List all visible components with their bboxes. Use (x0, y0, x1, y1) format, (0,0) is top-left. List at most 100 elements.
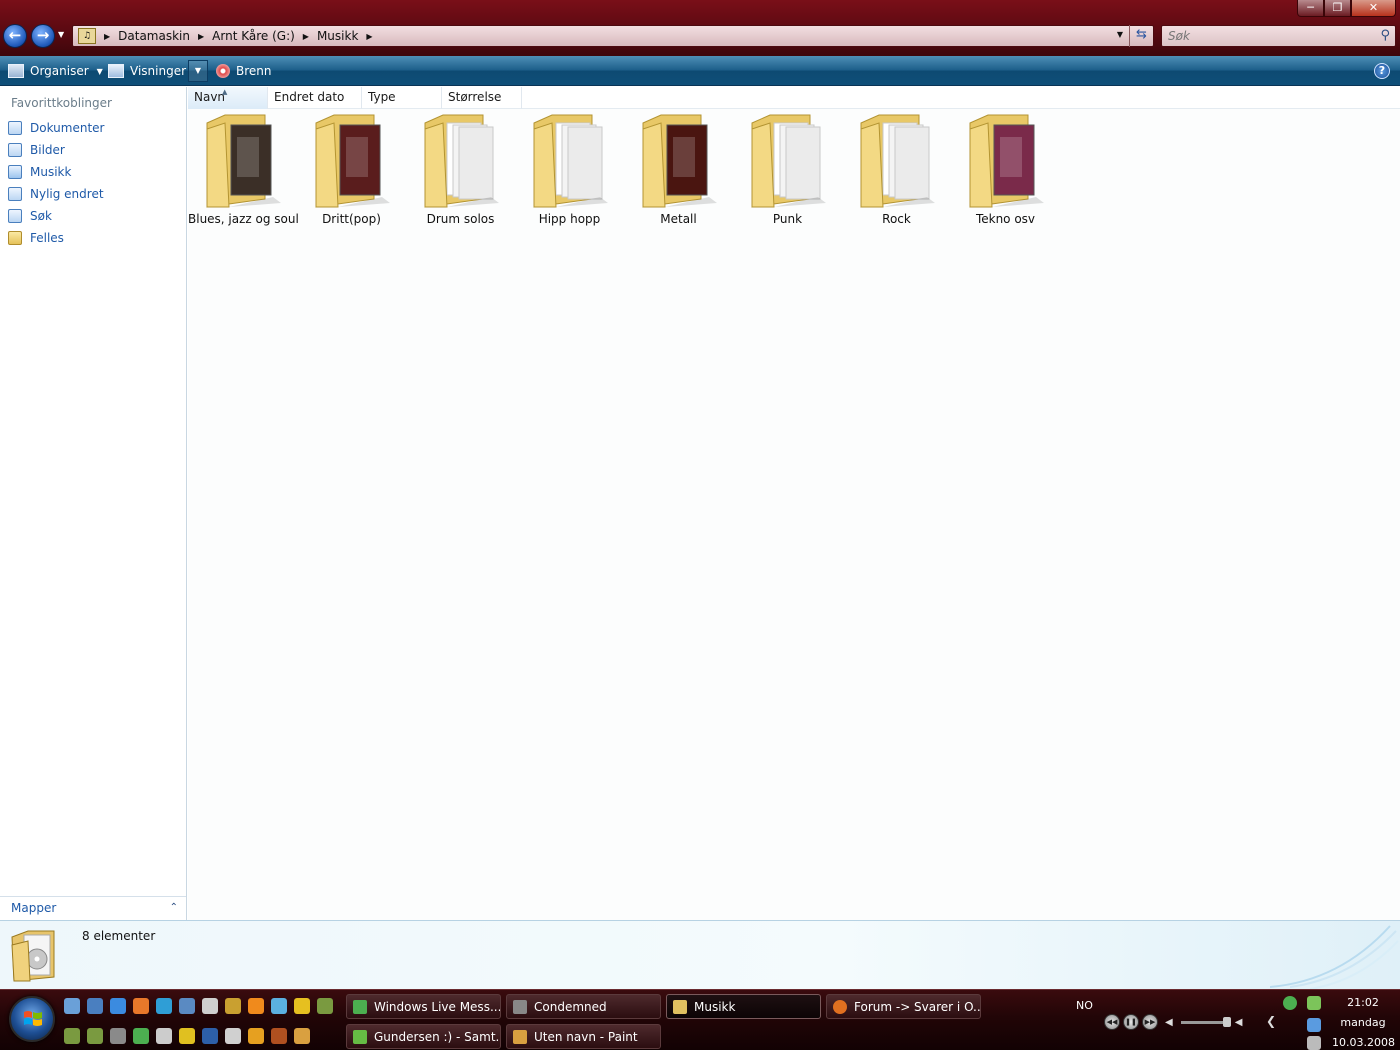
breadcrumb-separator-icon[interactable]: ▶ (104, 32, 110, 41)
breadcrumb-computer[interactable]: Datamaskin (118, 29, 190, 43)
folder-item[interactable]: Dritt(pop) (297, 109, 406, 226)
next-track-icon[interactable]: ▶▶ (1142, 1014, 1158, 1030)
column-header-name[interactable]: ▲ Navn (188, 87, 268, 109)
close-button[interactable]: ✕ (1351, 0, 1396, 17)
taskbar-button-paint[interactable]: Uten navn - Paint (506, 1024, 661, 1049)
taskbar-button-condemned[interactable]: Condemned (506, 994, 661, 1019)
organise-icon (8, 64, 24, 78)
utility-shortcut-icon[interactable] (87, 1028, 103, 1044)
paint-shortcut-icon[interactable] (294, 1028, 310, 1044)
sidebar-item-label: Felles (30, 231, 64, 245)
torrent-icon[interactable] (133, 1028, 149, 1044)
firefox-icon[interactable] (133, 998, 149, 1014)
folder-icon (424, 114, 499, 208)
pause-icon[interactable]: ❚❚ (1123, 1014, 1139, 1030)
disc-burner-icon[interactable] (294, 998, 310, 1014)
folder-item[interactable]: Blues, jazz og soul (188, 109, 299, 226)
search-shortcut-icon[interactable] (156, 998, 172, 1014)
utility-shortcut-icon[interactable] (64, 1028, 80, 1044)
sidebar-item-documents[interactable]: Dokumenter (0, 117, 186, 139)
taskbar-button-conversation[interactable]: Gundersen :) - Samt... (346, 1024, 501, 1049)
photoshop-icon[interactable] (202, 1028, 218, 1044)
speaker-tray-icon[interactable] (1307, 1036, 1321, 1050)
mute-icon[interactable]: ◀ (1165, 1017, 1173, 1028)
breadcrumb: ▶ Datamaskin ▶ Arnt Kåre (G:) ▶ Musikk ▶ (96, 29, 381, 43)
messenger-shortcut-icon[interactable] (271, 998, 287, 1014)
views-dropdown-button[interactable]: ▼ (188, 60, 208, 82)
folder-item[interactable]: Punk (733, 109, 842, 226)
folders-toggle[interactable]: Mapper ⌃ (0, 896, 186, 920)
documents-icon (8, 121, 22, 135)
sidebar-item-recently-changed[interactable]: Nylig endret (0, 183, 186, 205)
forward-button[interactable]: → (31, 24, 55, 48)
utility-shortcut-icon[interactable] (317, 998, 333, 1014)
folder-name: Dritt(pop) (322, 212, 381, 226)
folder-name: Metall (660, 212, 697, 226)
folder-item[interactable]: Hipp hopp (515, 109, 624, 226)
sidebar-item-music[interactable]: Musikk (0, 161, 186, 183)
sidebar-item-pictures[interactable]: Bilder (0, 139, 186, 161)
address-history-dropdown[interactable]: ▼ (1117, 30, 1123, 39)
network-tray-icon[interactable] (1307, 1018, 1321, 1032)
previous-track-icon[interactable]: ◀◀ (1104, 1014, 1120, 1030)
sidebar-item-searches[interactable]: Søk (0, 205, 186, 227)
views-button[interactable]: Visninger (108, 60, 186, 82)
calculator-icon[interactable] (202, 998, 218, 1014)
game-shortcut-icon[interactable] (179, 1028, 195, 1044)
column-header-date-modified[interactable]: Endret dato (268, 87, 362, 109)
tool-shortcut-icon[interactable] (225, 1028, 241, 1044)
search-icon[interactable]: ⚲ (1380, 28, 1390, 43)
taskbar-button-musikk[interactable]: Musikk (666, 994, 821, 1019)
folder-name: Tekno osv (975, 212, 1036, 226)
volume-slider-handle[interactable] (1222, 1016, 1231, 1027)
taskbar-button-forum[interactable]: Forum -> Svarer i O... (826, 994, 981, 1019)
refresh-icon[interactable]: ⇆ (1129, 25, 1153, 47)
game-shortcut-icon[interactable] (225, 998, 241, 1014)
folder-item[interactable]: Metall (624, 109, 733, 226)
folder-icon (315, 114, 390, 208)
clock[interactable]: 21:02 mandag 10.03.2008 (1332, 993, 1395, 1050)
folder-name: Punk (772, 212, 803, 226)
show-hidden-icons-icon[interactable]: ❮ (1266, 1014, 1276, 1028)
recent-pages-dropdown[interactable]: ▼ (58, 30, 64, 39)
folder-item[interactable]: Rock (842, 109, 951, 226)
vlc-icon[interactable] (248, 998, 264, 1014)
breadcrumb-drive[interactable]: Arnt Kåre (G:) (212, 29, 295, 43)
back-button[interactable]: ← (3, 24, 27, 48)
internet-explorer-icon[interactable] (110, 998, 126, 1014)
breadcrumb-separator-icon[interactable]: ▶ (303, 32, 309, 41)
address-bar[interactable]: ♫ ▶ Datamaskin ▶ Arnt Kåre (G:) ▶ Musikk… (72, 25, 1154, 47)
game-shortcut-icon[interactable] (271, 1028, 287, 1044)
windows-logo-icon (24, 1011, 42, 1026)
start-button[interactable] (9, 996, 55, 1042)
media-shortcut-icon[interactable] (110, 1028, 126, 1044)
breadcrumb-separator-icon[interactable]: ▶ (198, 32, 204, 41)
input-language-indicator[interactable]: NO (1076, 999, 1093, 1012)
maximize-button[interactable]: ❒ (1324, 0, 1351, 17)
breadcrumb-music[interactable]: Musikk (317, 29, 358, 43)
show-desktop-icon[interactable] (64, 998, 80, 1014)
volume-icon[interactable]: ◀ (1235, 1017, 1243, 1028)
steam-icon[interactable] (156, 1028, 172, 1044)
power-tray-icon[interactable] (1307, 996, 1321, 1010)
volume-slider[interactable] (1180, 1016, 1231, 1027)
search-input[interactable] (1162, 26, 1362, 46)
search-box[interactable]: ⚲ (1161, 25, 1396, 47)
music-folder-icon (673, 999, 687, 1014)
chevron-up-icon: ⌃ (169, 902, 178, 913)
program-shortcut-icon[interactable] (179, 998, 195, 1014)
taskbar-button-messenger[interactable]: Windows Live Mess... (346, 994, 501, 1019)
help-icon[interactable]: ? (1374, 63, 1390, 79)
organise-button[interactable]: Organiser ▼ (8, 60, 103, 82)
burn-button[interactable]: Brenn (216, 60, 272, 82)
breadcrumb-separator-icon[interactable]: ▶ (366, 32, 372, 41)
torrent-tray-icon[interactable] (1283, 996, 1297, 1010)
app-shortcut-icon[interactable] (248, 1028, 264, 1044)
folder-item[interactable]: Drum solos (406, 109, 515, 226)
column-header-type[interactable]: Type (362, 87, 442, 109)
column-header-size[interactable]: Størrelse (442, 87, 522, 109)
folder-item[interactable]: Tekno osv (951, 109, 1060, 226)
sidebar-item-public[interactable]: Felles (0, 227, 186, 249)
switch-windows-icon[interactable] (87, 998, 103, 1014)
minimize-button[interactable]: ─ (1297, 0, 1324, 17)
